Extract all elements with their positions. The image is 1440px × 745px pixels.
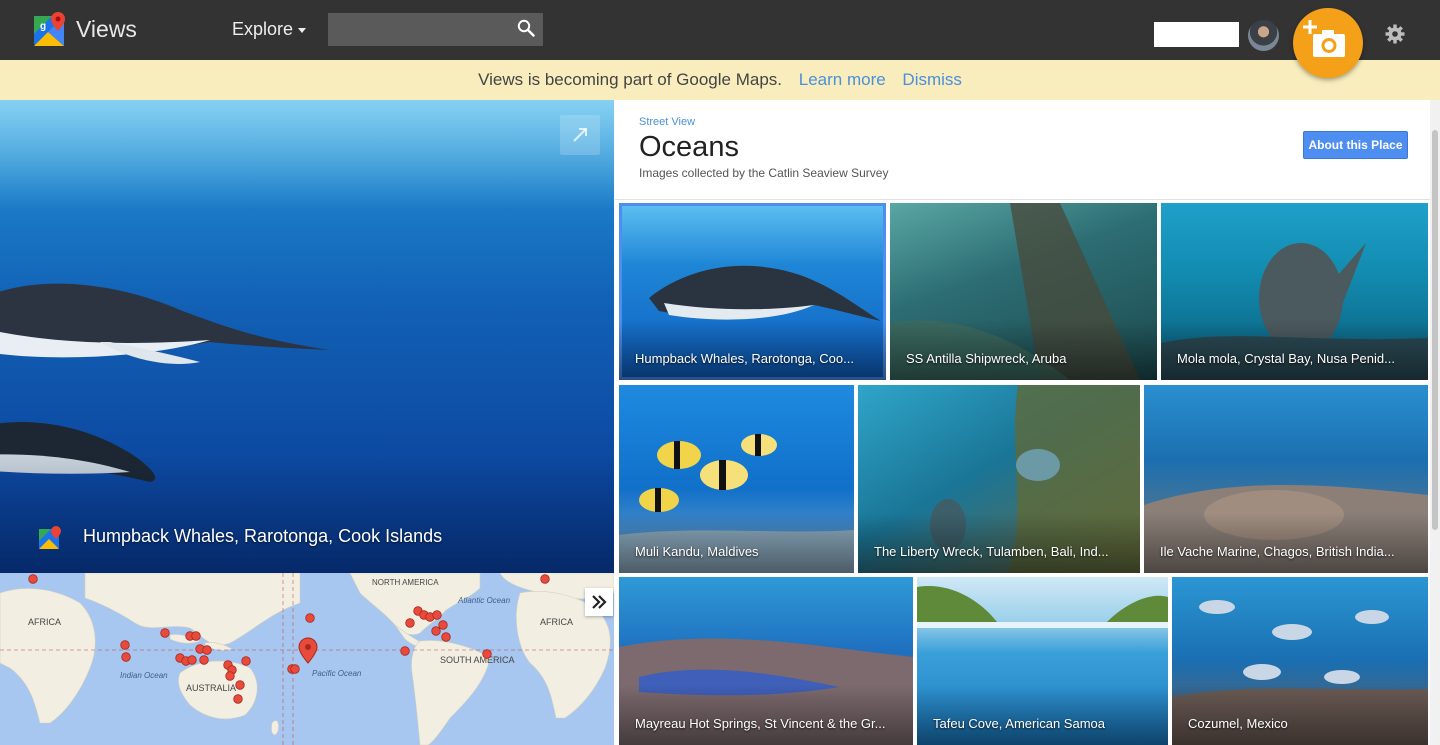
learn-more-link[interactable]: Learn more [799,70,886,89]
map-marker[interactable] [431,626,441,636]
map-marker[interactable] [202,645,212,655]
tile-caption: Mola mola, Crystal Bay, Nusa Penid... [1177,351,1395,366]
whale-image [0,283,330,364]
top-bar: g Views Explore [0,0,1440,78]
tile-fade [1172,685,1428,745]
photo-tile-tafeu-cove[interactable]: Tafeu Cove, American Samoa [917,577,1168,745]
hero-caption: Humpback Whales, Rarotonga, Cook Islands [83,526,443,546]
dismiss-link[interactable]: Dismiss [902,70,962,89]
map-marker[interactable] [482,649,492,659]
map-pin-icon[interactable] [298,637,318,664]
map-marker[interactable] [191,631,201,641]
map-marker[interactable] [441,632,451,642]
map-label-africa-east: AFRICA [540,617,573,627]
banner-message: Views is becoming part of Google Maps. [478,70,783,89]
tile-fade [1161,320,1428,380]
map-canvas: NORTH AMERICA Atlantic Ocean AFRICA Indi… [0,573,614,745]
account-name-box[interactable] [1154,22,1239,47]
google-maps-small-icon [39,526,61,549]
map-marker[interactable] [199,655,209,665]
map-marker[interactable] [540,574,550,584]
map-label-indian: Indian Ocean [120,671,168,680]
map-marker[interactable] [290,664,300,674]
about-this-place-button[interactable]: About this Place [1303,131,1408,159]
google-maps-logo-icon[interactable]: g [32,12,68,48]
add-photo-camera-icon [1303,20,1345,57]
page-title: Oceans [639,131,739,163]
tile-caption: Tafeu Cove, American Samoa [933,716,1105,731]
map-marker[interactable] [160,628,170,638]
map-marker[interactable] [432,610,442,620]
place-header: Street View Oceans Images collected by t… [615,100,1430,200]
scrollbar[interactable] [1430,100,1440,745]
explore-label: Explore [232,19,294,39]
add-photo-button[interactable] [1293,8,1363,78]
map-marker[interactable] [305,613,315,623]
map-label-north-america: NORTH AMERICA [372,578,439,587]
tile-fade [619,320,886,380]
explore-menu[interactable]: Explore [232,19,307,40]
map-label-pacific: Pacific Ocean [312,669,362,678]
map-marker[interactable] [438,620,448,630]
notice-banner: Views is becoming part of Google Maps. L… [0,60,1440,100]
photo-tile-humpback[interactable]: Humpback Whales, Rarotonga, Coo... [619,203,886,380]
expand-icon [573,128,587,142]
photo-tile-muli-kandu[interactable]: Muli Kandu, Maldives [619,385,854,573]
map-expand-button[interactable] [585,588,613,616]
photo-tile-mola-mola[interactable]: Mola mola, Crystal Bay, Nusa Penid... [1161,203,1428,380]
tile-caption: Cozumel, Mexico [1188,716,1288,731]
page-subtitle: Images collected by the Catlin Seaview S… [639,166,889,180]
tile-fade [890,320,1157,380]
world-map[interactable]: NORTH AMERICA Atlantic Ocean AFRICA Indi… [0,573,614,745]
tile-caption: The Liberty Wreck, Tulamben, Bali, Ind..… [874,544,1109,559]
hero-panorama[interactable] [0,100,614,573]
tile-fade [1144,513,1428,573]
map-label-africa: AFRICA [28,617,61,627]
scrollbar-thumb[interactable] [1432,130,1438,530]
map-marker[interactable] [400,646,410,656]
map-marker[interactable] [241,656,251,666]
map-marker[interactable] [235,680,245,690]
map-label-australia: AUSTRALIA [186,683,236,693]
svg-text:g: g [40,21,46,32]
tile-fade [917,685,1168,745]
map-label-south-america: SOUTH AMERICA [440,655,515,665]
breadcrumb[interactable]: Street View [639,116,695,128]
photo-tile-ile-vache[interactable]: Ile Vache Marine, Chagos, British India.… [1144,385,1428,573]
map-label-atlantic: Atlantic Ocean [457,596,511,605]
app-title[interactable]: Views [76,16,137,43]
tile-fade [619,513,854,573]
gear-icon[interactable] [1384,23,1406,45]
search-icon[interactable] [517,19,535,37]
tile-fade [619,685,913,745]
water-surface [0,100,614,210]
avatar[interactable] [1248,20,1279,51]
photo-tile-mayreau[interactable]: Mayreau Hot Springs, St Vincent & the Gr… [619,577,913,745]
map-marker[interactable] [28,574,38,584]
photo-tile-shipwreck[interactable]: SS Antilla Shipwreck, Aruba [890,203,1157,380]
map-marker[interactable] [120,640,130,650]
tile-caption: Humpback Whales, Rarotonga, Coo... [635,351,854,366]
caret-down-icon [298,27,307,33]
map-marker[interactable] [187,655,197,665]
map-marker[interactable] [225,671,235,681]
photo-tile-liberty-wreck[interactable]: The Liberty Wreck, Tulamben, Bali, Ind..… [858,385,1140,573]
tile-caption: SS Antilla Shipwreck, Aruba [906,351,1067,366]
search-input[interactable] [328,13,543,46]
tile-caption: Muli Kandu, Maldives [635,544,759,559]
hero-shadow [0,453,614,573]
tile-caption: Ile Vache Marine, Chagos, British India.… [1160,544,1395,559]
map-marker[interactable] [405,618,415,628]
tile-caption: Mayreau Hot Springs, St Vincent & the Gr… [635,716,886,731]
map-marker[interactable] [121,652,131,662]
map-marker[interactable] [233,694,243,704]
double-chevron-right-icon [592,595,607,609]
photo-tile-cozumel[interactable]: Cozumel, Mexico [1172,577,1428,745]
tile-fade [858,513,1140,573]
expand-button[interactable] [560,115,600,155]
